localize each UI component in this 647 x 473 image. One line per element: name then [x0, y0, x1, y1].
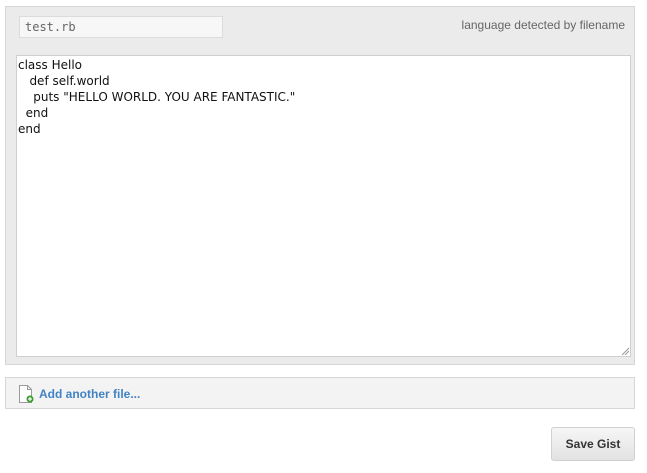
resize-grip-icon[interactable]	[621, 347, 629, 355]
gist-file-panel: language detected by filename class Hell…	[5, 6, 635, 365]
language-detected-note: language detected by filename	[461, 18, 625, 32]
filename-input[interactable]	[19, 16, 223, 38]
add-file-bar: Add another file...	[5, 377, 635, 409]
new-file-icon[interactable]	[18, 385, 34, 403]
add-another-file-link[interactable]: Add another file...	[39, 387, 140, 401]
code-editor[interactable]: class Hello def self.world puts "HELLO W…	[16, 55, 631, 357]
save-gist-button[interactable]: Save Gist	[551, 427, 635, 461]
